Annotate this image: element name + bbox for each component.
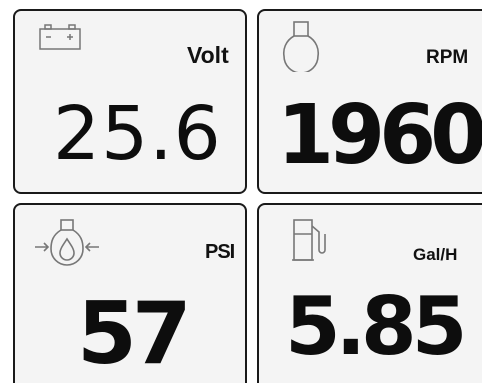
fuel-pump-icon — [291, 216, 327, 266]
rpm-label: RPM — [426, 47, 469, 68]
tile-rpm[interactable]: RPM 1960 — [257, 9, 482, 194]
oil-pressure-icon — [29, 217, 109, 273]
tile-psi[interactable]: PSI 57 — [13, 203, 247, 383]
psi-label: PSI — [205, 241, 235, 263]
tile-volt[interactable]: Volt 25.6 — [13, 9, 247, 194]
engine-icon — [281, 20, 321, 72]
volt-value: 25.6 — [53, 91, 222, 177]
gal-per-hour-value: 5.85 — [285, 280, 467, 373]
psi-value: 57 — [77, 284, 192, 383]
rpm-value: 1960 — [277, 88, 482, 183]
battery-icon — [37, 23, 83, 51]
volt-label: Volt — [187, 42, 229, 68]
gauge-dashboard: Volt 25.6 RPM 1960 PSI 57 Gal/H 5.85 — [0, 0, 482, 383]
gal-per-hour-label: Gal/H — [413, 245, 458, 264]
tile-gal-per-hour[interactable]: Gal/H 5.85 — [257, 203, 482, 383]
